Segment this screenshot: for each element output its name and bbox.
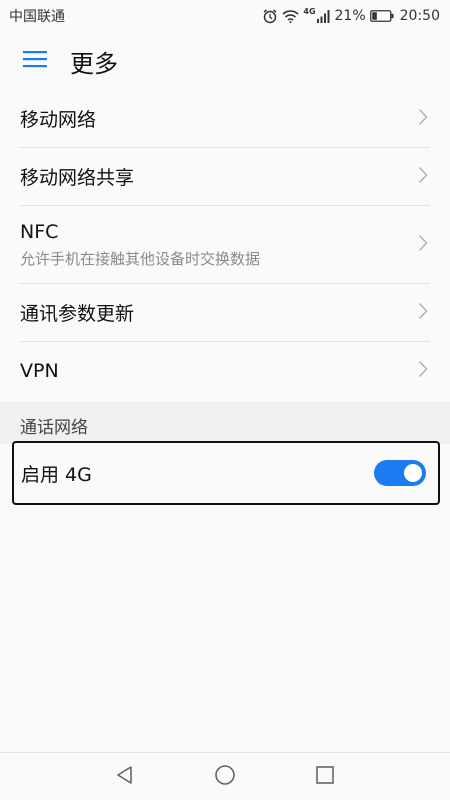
settings-item-vpn[interactable]: VPN [20, 342, 430, 400]
status-icons: 4G 21% 20:50 [262, 6, 440, 24]
settings-item-label: 通讯参数更新 [20, 303, 135, 325]
settings-item-label: 移动网络 [20, 109, 97, 131]
chevron-right-icon [418, 108, 428, 130]
home-icon [214, 764, 236, 790]
wifi-icon [282, 9, 299, 23]
chevron-right-icon [418, 234, 428, 256]
recents-icon [316, 766, 334, 788]
chevron-right-icon [418, 302, 428, 324]
recents-button[interactable] [295, 753, 355, 800]
network-type-label: 4G [303, 6, 316, 16]
carrier-label: 中国联通 [9, 9, 65, 25]
page-title: 更多 [70, 49, 118, 78]
chevron-right-icon [418, 166, 428, 188]
status-bar: 中国联通 4G 21% 20:50 [0, 0, 450, 32]
settings-item-enable-4g[interactable]: 启用 4G [12, 441, 440, 505]
back-icon [115, 765, 135, 789]
battery-percent: 21% [334, 8, 366, 24]
settings-item-mobile-network[interactable]: 移动网络 [20, 90, 430, 148]
settings-item-label: 移动网络共享 [20, 167, 135, 189]
settings-item-nfc[interactable]: NFC 允许手机在接触其他设备时交换数据 [20, 206, 430, 284]
section-header-call-network: 通话网络 [0, 402, 450, 444]
settings-item-subtitle: 允许手机在接触其他设备时交换数据 [20, 249, 261, 268]
chevron-right-icon [418, 360, 428, 382]
clock: 20:50 [399, 8, 440, 24]
menu-button[interactable] [0, 32, 70, 90]
section-title: 通话网络 [20, 418, 88, 438]
settings-item-tethering[interactable]: 移动网络共享 [20, 148, 430, 206]
app-bar: 更多 [0, 32, 450, 90]
settings-item-carrier-update[interactable]: 通讯参数更新 [20, 284, 430, 342]
enable-4g-label: 启用 4G [21, 463, 92, 486]
signal-icon [316, 9, 331, 23]
alarm-icon [262, 8, 278, 24]
navigation-bar [0, 752, 450, 800]
settings-item-label: NFC [20, 220, 59, 243]
home-button[interactable] [195, 753, 255, 800]
settings-list: 移动网络 移动网络共享 NFC 允许手机在接触其他设备时交换数据 通讯参数更新 [0, 90, 450, 400]
menu-icon [23, 50, 47, 72]
back-button[interactable] [95, 753, 155, 800]
settings-item-label: VPN [20, 360, 59, 382]
battery-icon [369, 10, 394, 22]
enable-4g-toggle[interactable] [374, 460, 426, 486]
screen: 中国联通 4G 21% 20:50 更多 移动网络 移动网络共享 NFC 允许手… [0, 0, 450, 800]
toggle-knob [404, 464, 422, 482]
